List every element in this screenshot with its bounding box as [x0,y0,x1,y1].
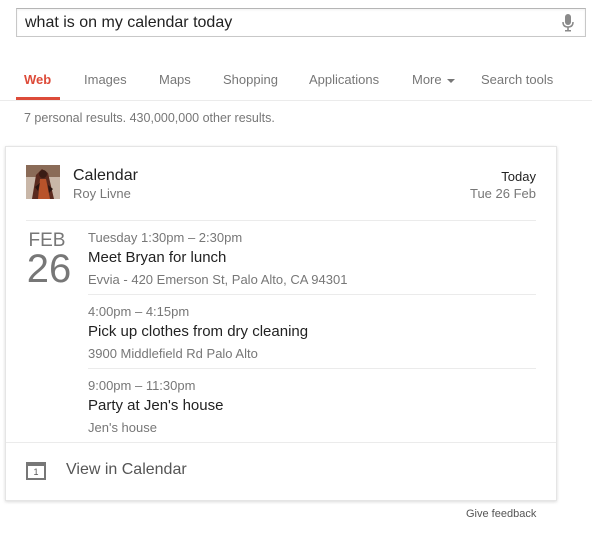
tab-more[interactable]: More [412,72,455,87]
tab-shopping[interactable]: Shopping [223,72,278,87]
divider [88,368,536,369]
view-in-calendar-label: View in Calendar [66,461,187,478]
event-time: 4:00pm – 4:15pm [88,304,190,319]
calendar-icon: 1 [26,462,46,480]
view-in-calendar-link[interactable]: 1 View in Calendar [26,453,286,489]
tab-more-label: More [412,72,442,87]
give-feedback-link[interactable]: Give feedback [466,508,536,520]
search-query-text[interactable]: what is on my calendar today [25,14,232,32]
microphone-icon[interactable] [561,14,575,32]
date-block-day: 26 [26,247,72,291]
tab-search-tools[interactable]: Search tools [481,72,553,87]
event-time: 9:00pm – 11:30pm [88,378,196,393]
event-item: Tuesday 1:30pm – 2:30pm Meet Bryan for l… [88,230,536,294]
event-title[interactable]: Party at Jen's house [88,397,223,414]
chevron-down-icon [446,78,455,83]
search-tabs: Web Images Maps Shopping Applications Mo… [0,60,592,101]
event-location: Evvia - 420 Emerson St, Palo Alto, CA 94… [88,272,348,287]
event-item: 9:00pm – 11:30pm Party at Jen's house Je… [88,378,536,442]
event-time: Tuesday 1:30pm – 2:30pm [88,230,243,245]
event-location: Jen's house [88,420,157,435]
today-label: Today [501,169,536,184]
event-location: 3900 Middlefield Rd Palo Alto [88,346,258,361]
divider [88,294,536,295]
tab-maps[interactable]: Maps [159,72,191,87]
calendar-card: Calendar Roy Livne Today Tue 26 Feb FEB … [5,146,557,501]
event-title[interactable]: Meet Bryan for lunch [88,249,226,266]
card-owner: Roy Livne [73,186,131,201]
tab-images[interactable]: Images [84,72,127,87]
search-input[interactable]: what is on my calendar today [16,8,586,37]
date-label: Tue 26 Feb [469,186,536,201]
event-title[interactable]: Pick up clothes from dry cleaning [88,323,308,340]
divider [26,220,536,221]
card-title[interactable]: Calendar [73,167,138,185]
tab-applications[interactable]: Applications [309,72,379,87]
active-tab-indicator [16,97,60,100]
event-item: 4:00pm – 4:15pm Pick up clothes from dry… [88,304,536,368]
calendar-icon-number: 1 [33,467,39,477]
tab-web[interactable]: Web [24,72,51,87]
divider [6,442,556,443]
avatar [26,165,60,199]
result-stats: 7 personal results. 430,000,000 other re… [24,111,275,125]
